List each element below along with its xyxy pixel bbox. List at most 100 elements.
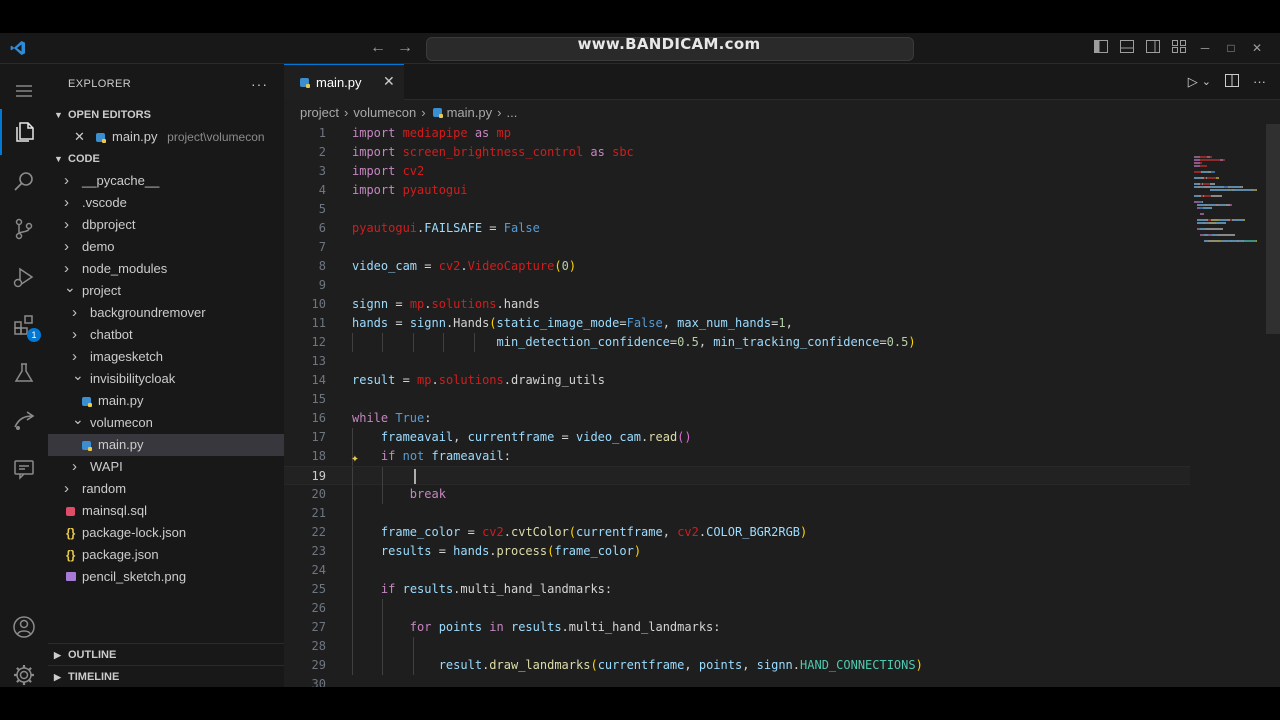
- explorer-icon[interactable]: [0, 109, 48, 155]
- code-line[interactable]: 18 if not frameavail: ✦: [284, 447, 1190, 466]
- folder-section-code[interactable]: ▼ CODE: [48, 148, 284, 170]
- run-dropdown-icon[interactable]: ⌄: [1202, 75, 1211, 88]
- tree-file-mainsql-sql[interactable]: mainsql.sql: [48, 500, 284, 522]
- code-line[interactable]: 25 if results.multi_hand_landmarks:: [284, 580, 1190, 599]
- outline-section[interactable]: ▶ OUTLINE: [48, 643, 284, 666]
- code-line[interactable]: 10 signn = mp.solutions.hands: [284, 295, 1190, 314]
- code-line[interactable]: 29 result. draw_landmarks(currentframe, p…: [284, 656, 1190, 675]
- code-line[interactable]: 12 min_detection_confidence=0.5, min_tra…: [284, 333, 1190, 352]
- code-line[interactable]: 1 import mediapipe as mp: [284, 124, 1190, 143]
- tree-file-pencil-sketch-png[interactable]: pencil_sketch.png: [48, 566, 284, 588]
- breadcrumb-item-project[interactable]: project: [300, 105, 339, 120]
- code-editor[interactable]: 1 import mediapipe as mp 2 import screen_br…: [284, 124, 1190, 687]
- close-icon[interactable]: ✕: [74, 126, 85, 148]
- tree-item-label: project: [82, 283, 122, 298]
- breadcrumb-item-symbols[interactable]: ...: [506, 105, 517, 120]
- back-arrow-icon[interactable]: ←: [370, 39, 386, 57]
- code-line[interactable]: 23 results = hands.process(frame_color): [284, 542, 1190, 561]
- minimap[interactable]: [1190, 124, 1266, 244]
- code-line[interactable]: 13: [284, 352, 1190, 371]
- code-text: break: [352, 485, 446, 504]
- accounts-icon[interactable]: [0, 604, 48, 650]
- code-line[interactable]: 6 pyautogui.FAILSAFE = False: [284, 219, 1190, 238]
- timeline-section[interactable]: ▶ TIMELINE: [48, 665, 284, 687]
- chat-icon[interactable]: [0, 446, 48, 492]
- editor-more-actions-icon[interactable]: ···: [1253, 74, 1266, 89]
- breadcrumb-item-volumecon[interactable]: volumecon: [353, 105, 416, 120]
- customize-layout-icon[interactable]: [1166, 40, 1192, 56]
- code-line[interactable]: 22 frame_color = cv2.cvtColor(currentfra…: [284, 523, 1190, 542]
- code-line[interactable]: 3 import cv2: [284, 162, 1190, 181]
- tree-folder-dbproject[interactable]: › dbproject: [48, 214, 284, 236]
- breadcrumb-item-main-py[interactable]: main.py: [447, 105, 493, 120]
- tree-file-main-py[interactable]: main.py: [48, 434, 284, 456]
- open-editors-section[interactable]: ▼ OPEN EDITORS: [48, 104, 284, 126]
- extensions-icon[interactable]: 1: [0, 302, 48, 348]
- code-line[interactable]: 19: [284, 466, 1190, 486]
- tree-file-package-lock-json[interactable]: {} package-lock.json: [48, 522, 284, 544]
- minimize-button[interactable]: ─: [1192, 41, 1218, 55]
- more-actions-icon[interactable]: ···: [251, 64, 268, 104]
- code-line[interactable]: 26: [284, 599, 1190, 618]
- code-line[interactable]: 14 result = mp.solutions.drawing_utils: [284, 371, 1190, 390]
- tree-folder-volumecon[interactable]: ⌄ volumecon: [48, 411, 284, 434]
- tree-folder-wapi[interactable]: › WAPI: [48, 456, 284, 478]
- code-line[interactable]: 28: [284, 637, 1190, 656]
- code-line[interactable]: 17 frameavail, currentframe = video_cam.…: [284, 428, 1190, 447]
- close-window-button[interactable]: ✕: [1244, 41, 1270, 55]
- line-number: 7: [318, 240, 326, 254]
- code-token: video_cam: [352, 259, 418, 273]
- source-control-icon[interactable]: [0, 206, 48, 252]
- code-token: results: [402, 582, 454, 596]
- layout-sidebar-left-icon[interactable]: [1088, 40, 1114, 56]
- code-token: Hands: [453, 316, 490, 330]
- open-editor-item[interactable]: ✕ main.py project\volumecon: [48, 126, 284, 148]
- code-line[interactable]: 16 while True:: [284, 409, 1190, 428]
- tree-folder--pycache-[interactable]: › __pycache__: [48, 170, 284, 192]
- code-line[interactable]: 20 break: [284, 485, 1190, 504]
- forward-arrow-icon[interactable]: →: [397, 39, 413, 57]
- editor-scrollbar[interactable]: [1266, 124, 1280, 334]
- tree-folder-random[interactable]: › random: [48, 478, 284, 500]
- outline-label: OUTLINE: [68, 649, 117, 661]
- tree-folder-project[interactable]: ⌄ project: [48, 279, 284, 302]
- split-editor-icon[interactable]: [1225, 73, 1239, 90]
- layout-sidebar-right-icon[interactable]: [1140, 40, 1166, 56]
- code-line[interactable]: 30: [284, 675, 1190, 687]
- tree-file-package-json[interactable]: {} package.json: [48, 544, 284, 566]
- code-line[interactable]: 7: [284, 238, 1190, 257]
- code-line[interactable]: 27 for points in results.multi_hand_land…: [284, 618, 1190, 637]
- tree-folder--vscode[interactable]: › .vscode: [48, 192, 284, 214]
- code-line[interactable]: 21: [284, 504, 1190, 523]
- code-line[interactable]: 5: [284, 200, 1190, 219]
- tree-folder-chatbot[interactable]: › chatbot: [48, 324, 284, 346]
- code-token: read: [648, 430, 678, 444]
- code-line[interactable]: 9: [284, 276, 1190, 295]
- tree-folder-node-modules[interactable]: › node_modules: [48, 258, 284, 280]
- minimap-token: [1234, 189, 1253, 191]
- tab-main-py[interactable]: main.py ✕: [284, 64, 404, 100]
- tree-folder-backgroundremover[interactable]: › backgroundremover: [48, 302, 284, 324]
- tree-folder-invisibilitycloak[interactable]: ⌄ invisibilitycloak: [48, 367, 284, 390]
- code-line[interactable]: 4 import pyautogui: [284, 181, 1190, 200]
- minimap-token: [1210, 186, 1224, 188]
- run-debug-icon[interactable]: [0, 254, 48, 300]
- maximize-button[interactable]: □: [1218, 41, 1244, 55]
- code-line[interactable]: 15: [284, 390, 1190, 409]
- manage-gear-icon[interactable]: [0, 652, 48, 687]
- line-number: 16: [311, 411, 326, 425]
- tree-folder-demo[interactable]: › demo: [48, 236, 284, 258]
- code-line[interactable]: 2 import screen_brightness_control as sbc: [284, 143, 1190, 162]
- run-python-file-icon[interactable]: ▷: [1188, 74, 1198, 90]
- remote-explorer-icon[interactable]: [0, 398, 48, 444]
- code-line[interactable]: 8 video_cam = cv2.VideoCapture(0): [284, 257, 1190, 276]
- line-number: 24: [311, 563, 326, 577]
- hamburger-menu-icon[interactable]: [0, 68, 48, 114]
- code-line[interactable]: 24: [284, 561, 1190, 580]
- code-line[interactable]: 11 hands = signn.Hands(static_image_mode=…: [284, 314, 1190, 333]
- layout-panel-icon[interactable]: [1114, 40, 1140, 56]
- close-tab-icon[interactable]: ✕: [383, 73, 395, 90]
- search-icon[interactable]: [0, 158, 48, 204]
- testing-icon[interactable]: [0, 350, 48, 396]
- timeline-label: TIMELINE: [68, 671, 120, 683]
